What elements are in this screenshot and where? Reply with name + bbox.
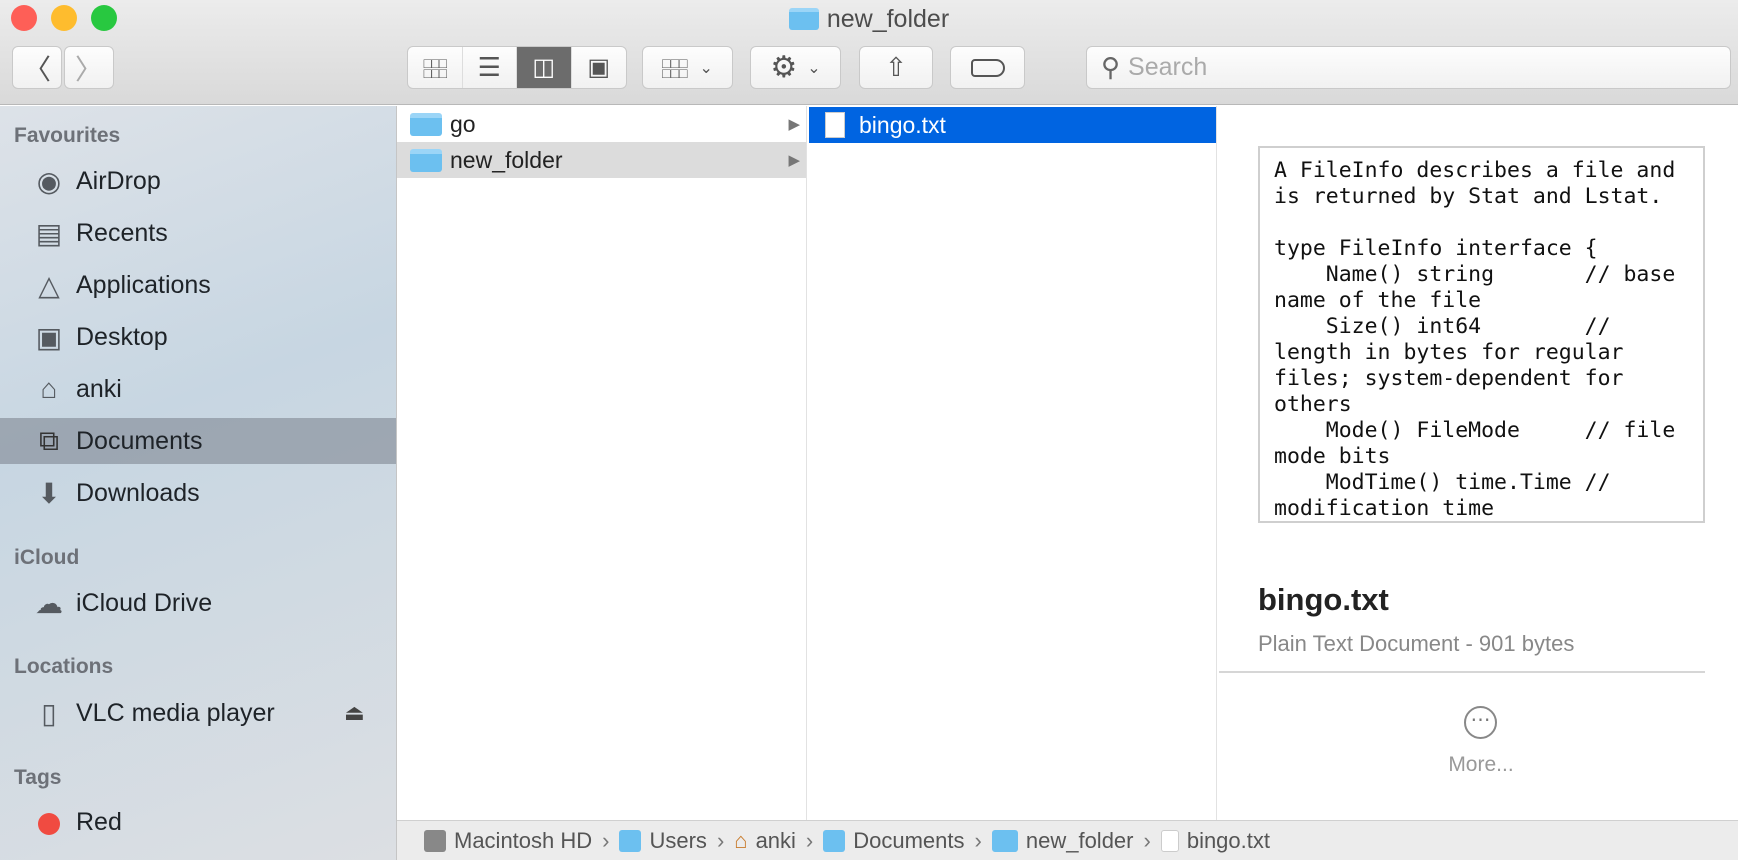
folder-icon <box>788 8 819 30</box>
search-icon: ⚲ <box>1101 52 1121 82</box>
text-file-icon <box>1160 829 1179 852</box>
preview-pane: A FileInfo describes a file and is retur… <box>1217 106 1738 820</box>
sidebar-item-applications[interactable]: △ Applications <box>0 262 396 308</box>
text-file-icon <box>825 112 845 138</box>
section-header-icloud: iCloud <box>14 546 80 569</box>
cloud-icon: ☁ <box>35 587 63 619</box>
chevron-left-icon: 〈 <box>22 53 51 85</box>
section-header-tags: Tags <box>14 766 62 789</box>
path-separator-icon: › <box>716 827 725 853</box>
title-bar: new_folder 〈 〉 □□□ □□□ ☰ ◫ ▣ □□□ □□□ ⌄ ⚙ ⌄ ⇧… <box>0 0 1738 105</box>
share-button[interactable]: ⇧ <box>859 46 933 89</box>
disclosure-arrow-icon: ▶ <box>788 116 800 133</box>
documents-icon: ⧉ <box>39 424 59 456</box>
eject-icon[interactable]: ⏏ <box>344 700 365 726</box>
list-view-button[interactable]: ☰ <box>463 47 517 88</box>
path-item-users[interactable]: Users <box>619 828 707 854</box>
sidebar-item-recents[interactable]: ▤ Recents <box>0 210 396 256</box>
list-icon: ☰ <box>477 52 501 82</box>
column-1: go ▶ new_folder ▶ <box>397 106 807 820</box>
path-separator-icon: › <box>1143 827 1151 853</box>
icon-view-button[interactable]: □□□ □□□ <box>408 47 463 88</box>
preview-filename: bingo.txt <box>1258 582 1389 617</box>
users-folder-icon <box>619 829 642 852</box>
back-button[interactable]: 〈 <box>12 46 62 89</box>
column-view-button[interactable]: ◫ <box>517 47 572 88</box>
sidebar: Favourites ◉ AirDrop ▤ Recents △ Applicatio… <box>0 106 397 860</box>
path-item-macintosh-hd[interactable]: Macintosh HD <box>424 828 592 854</box>
airdrop-icon: ◉ <box>36 165 62 197</box>
home-icon: ⌂ <box>734 827 748 853</box>
path-item-new-folder[interactable]: new_folder <box>991 828 1134 854</box>
sidebar-item-anki[interactable]: ⌂ anki <box>0 366 396 412</box>
hard-disk-icon <box>424 829 446 852</box>
file-content-preview: A FileInfo describes a file and is retur… <box>1258 146 1705 523</box>
red-tag-dot-icon <box>31 806 67 838</box>
more-button[interactable]: More... <box>1381 753 1581 777</box>
forward-button[interactable]: 〉 <box>64 46 114 89</box>
share-icon: ⇧ <box>885 52 907 82</box>
chevron-right-icon: 〉 <box>74 53 103 85</box>
gallery-icon: ▣ <box>587 54 611 81</box>
folder-icon <box>410 112 442 136</box>
tag-icon <box>970 58 1005 77</box>
divider <box>1219 671 1705 673</box>
list-item-go[interactable]: go ▶ <box>397 106 806 142</box>
window-title: new_folder <box>0 5 1738 34</box>
applications-icon: △ <box>38 269 60 301</box>
section-header-favourites: Favourites <box>14 124 121 147</box>
sidebar-item-vlc[interactable]: ▯ VLC media player ⏏ <box>0 690 396 736</box>
path-bar: Macintosh HD › Users › ⌂ anki › Documents › n… <box>397 820 1738 860</box>
disk-icon: ▯ <box>41 697 57 729</box>
list-item-bingo-txt[interactable]: bingo.txt <box>809 107 1216 143</box>
path-separator-icon: › <box>805 827 814 853</box>
path-separator-icon: › <box>602 827 610 853</box>
columns-icon: ◫ <box>532 54 556 81</box>
gear-icon: ⚙ <box>770 51 798 84</box>
chevron-down-icon: ⌄ <box>807 59 821 77</box>
preview-text: A FileInfo describes a file and is retur… <box>1274 158 1676 521</box>
sidebar-item-desktop[interactable]: ▣ Desktop <box>0 314 396 360</box>
chevron-down-icon: ⌄ <box>699 59 713 77</box>
documents-folder-icon <box>823 829 846 852</box>
column-2: bingo.txt <box>807 106 1217 820</box>
action-button[interactable]: ⚙ ⌄ <box>750 46 841 89</box>
disclosure-arrow-icon: ▶ <box>788 152 800 169</box>
list-item-new-folder[interactable]: new_folder ▶ <box>397 142 806 178</box>
downloads-icon: ⬇ <box>37 477 61 509</box>
sidebar-item-tag-red[interactable]: Red <box>0 799 396 845</box>
preview-file-kind: Plain Text Document - 901 bytes <box>1258 631 1575 656</box>
search-input[interactable]: ⚲ Search <box>1086 46 1731 89</box>
sidebar-item-documents[interactable]: ⧉ Documents <box>0 418 396 464</box>
more-icon[interactable]: ⋯ <box>1464 706 1497 739</box>
sidebar-item-icloud-drive[interactable]: ☁ iCloud Drive <box>0 580 396 626</box>
grid-icon: □□□ □□□ <box>423 54 447 81</box>
path-separator-icon: › <box>974 827 982 853</box>
folder-icon <box>991 829 1018 852</box>
recents-icon: ▤ <box>35 217 63 249</box>
group-by-button[interactable]: □□□ □□□ ⌄ <box>642 46 733 89</box>
tag-button[interactable] <box>950 46 1025 89</box>
home-icon: ⌂ <box>40 373 58 404</box>
view-mode-group: □□□ □□□ ☰ ◫ ▣ <box>407 46 627 89</box>
desktop-icon: ▣ <box>35 321 63 353</box>
sidebar-item-airdrop[interactable]: ◉ AirDrop <box>0 158 396 204</box>
gallery-view-button[interactable]: ▣ <box>572 47 627 88</box>
path-item-anki[interactable]: ⌂ anki <box>734 828 796 854</box>
path-item-documents[interactable]: Documents <box>823 828 965 854</box>
folder-icon <box>410 148 442 172</box>
group-icon: □□□ □□□ <box>662 54 688 81</box>
sidebar-item-downloads[interactable]: ⬇ Downloads <box>0 470 396 516</box>
path-item-bingo-txt[interactable]: bingo.txt <box>1160 828 1270 854</box>
section-header-locations: Locations <box>14 655 114 678</box>
